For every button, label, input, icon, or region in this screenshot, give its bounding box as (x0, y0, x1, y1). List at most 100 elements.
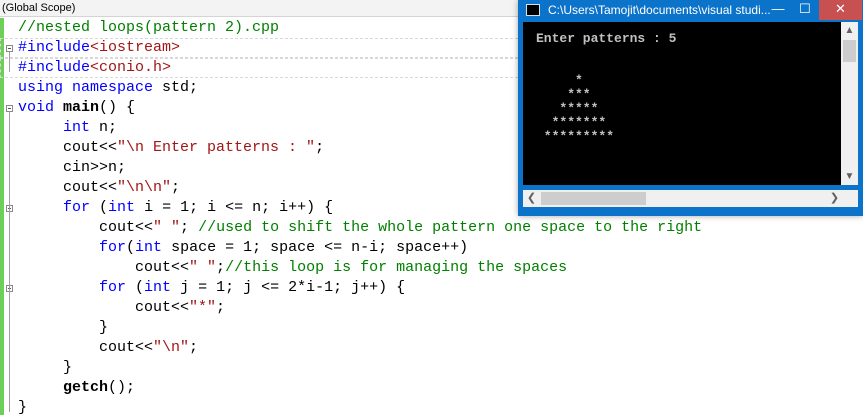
code-line-text: for (int j = 1; j <= 2*i-1; j++) { (18, 278, 405, 298)
console-title: C:\Users\Tamojit\documents\visual studi.… (548, 3, 771, 17)
code-token: ; (189, 339, 199, 356)
code-token: cout<< (18, 339, 154, 356)
code-token: cout<< (18, 179, 118, 196)
maximize-button[interactable]: ☐ (792, 0, 818, 20)
code-token: cout<< (18, 139, 118, 156)
horizontal-scrollbar[interactable]: ❮ ❯ (523, 190, 843, 207)
code-token: ( (126, 239, 136, 256)
scroll-right-icon[interactable]: ❯ (826, 190, 843, 207)
code-token: "\n\n" (117, 179, 172, 196)
code-token: " " (189, 259, 217, 276)
code-token: n; (90, 119, 118, 136)
code-token: cout<< (18, 219, 154, 236)
code-token: " " (153, 219, 181, 236)
code-token: ( (90, 199, 109, 216)
code-token: j = 1; j <= 2*i-1; j++) { (171, 279, 406, 296)
scroll-up-icon[interactable]: ▲ (841, 22, 858, 39)
code-line-text: cout<<" "; //used to shift the whole pat… (18, 218, 702, 238)
code-token: "*" (189, 299, 217, 316)
code-token: int (63, 119, 91, 136)
code-token: space = 1; space <= n-i; space++) (162, 239, 469, 256)
scope-label: (Global Scope) (2, 2, 76, 14)
code-token: #include (18, 39, 91, 56)
code-line-text: } (18, 318, 108, 338)
code-line-text: void main() { (18, 98, 135, 118)
close-button[interactable]: ✕ (819, 0, 862, 20)
code-line[interactable]: getch(); (0, 378, 863, 398)
code-line[interactable]: cout<<"\n"; (0, 338, 863, 358)
code-token: int (108, 199, 136, 216)
code-line-text: for(int space = 1; space <= n-i; space++… (18, 238, 468, 258)
scroll-left-icon[interactable]: ❮ (523, 190, 540, 207)
code-line-text: #include<iostream> (18, 38, 180, 58)
code-token: #include (18, 59, 91, 76)
code-token: } (18, 399, 28, 416)
code-token: cin>>n; (18, 159, 127, 176)
code-line[interactable]: for(int space = 1; space <= n-i; space++… (0, 238, 863, 258)
code-line-text: for (int i = 1; i <= n; i++) { (18, 198, 333, 218)
code-line[interactable]: } (0, 398, 863, 418)
code-token: ; (180, 219, 199, 236)
code-token: //nested loops(pattern 2).cpp (18, 19, 280, 36)
console-window[interactable]: C:\Users\Tamojit\documents\visual studi.… (518, 0, 863, 216)
console-app-icon (526, 4, 540, 16)
code-token: getch (63, 379, 109, 396)
horizontal-scroll-thumb[interactable] (541, 192, 646, 205)
code-token: //this loop is for managing the spaces (225, 259, 568, 276)
code-token: //used to shift the whole pattern one sp… (198, 219, 703, 236)
code-line-text: int n; (18, 118, 117, 138)
code-token: using (18, 79, 64, 96)
fold-guide (9, 52, 10, 72)
vertical-scroll-thumb[interactable] (843, 40, 856, 62)
code-token: } (18, 319, 109, 336)
code-line-text: cout<<" ";//this loop is for managing th… (18, 258, 567, 278)
console-output-area[interactable]: Enter patterns : 5 * *** ***** ******* *… (523, 22, 858, 185)
code-token: cout<< (18, 259, 190, 276)
code-token: <conio.h> (90, 59, 172, 76)
vertical-scrollbar[interactable]: ▲ ▼ (841, 22, 858, 185)
code-line-text: using namespace std; (18, 78, 198, 98)
code-token: std; (153, 79, 199, 96)
collapse-toggle-icon[interactable] (6, 45, 13, 52)
scrollbar-corner (843, 190, 858, 207)
code-token: int (144, 279, 172, 296)
code-line-text: } (18, 398, 27, 418)
code-line[interactable]: cout<<"*"; (0, 298, 863, 318)
code-line[interactable]: for (int j = 1; j <= 2*i-1; j++) { (0, 278, 863, 298)
code-token: ; (216, 299, 226, 316)
code-line[interactable]: cout<<" "; //used to shift the whole pat… (0, 218, 863, 238)
code-line[interactable]: } (0, 318, 863, 338)
code-token: for (99, 279, 127, 296)
code-line-text: cout<<"\n Enter patterns : "; (18, 138, 324, 158)
code-token: int (135, 239, 163, 256)
minimize-button[interactable]: — (765, 0, 791, 20)
code-line-text: cout<<"*"; (18, 298, 225, 318)
code-line-text: cout<<"\n\n"; (18, 178, 180, 198)
console-titlebar[interactable]: C:\Users\Tamojit\documents\visual studi.… (518, 0, 863, 22)
code-line-text: //nested loops(pattern 2).cpp (18, 18, 279, 38)
code-token: ; (315, 139, 325, 156)
code-token: (); (108, 379, 136, 396)
collapse-toggle-icon[interactable] (6, 105, 13, 112)
code-token: ; (171, 179, 181, 196)
code-token: } (18, 359, 73, 376)
code-line[interactable]: } (0, 358, 863, 378)
code-token: for (99, 239, 127, 256)
code-line-text: #include<conio.h> (18, 58, 171, 78)
code-token: "\n" (153, 339, 190, 356)
code-line[interactable]: cout<<" ";//this loop is for managing th… (0, 258, 863, 278)
code-line-text: } (18, 358, 72, 378)
code-token: namespace (72, 79, 154, 96)
code-token: void (18, 99, 55, 116)
scroll-down-icon[interactable]: ▼ (841, 168, 858, 185)
code-token: cout<< (18, 299, 190, 316)
code-token: main (63, 99, 100, 116)
code-token: ; (216, 259, 226, 276)
code-token: <iostream> (90, 39, 181, 56)
code-token: for (63, 199, 91, 216)
code-line-text: cout<<"\n"; (18, 338, 198, 358)
